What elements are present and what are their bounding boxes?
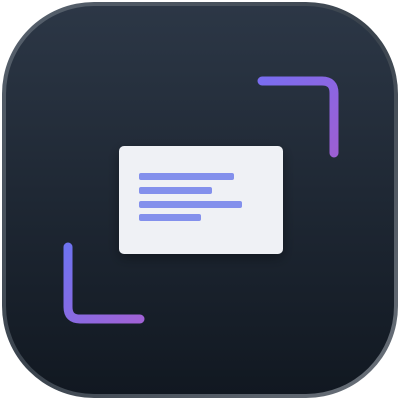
screen-capture-app-icon [2,2,398,398]
card-text-line [139,187,212,194]
card-text-line [139,173,234,180]
icon-stage [0,0,400,400]
card-text-line [139,214,201,221]
card-text-line [139,201,242,208]
document-card [119,146,283,254]
